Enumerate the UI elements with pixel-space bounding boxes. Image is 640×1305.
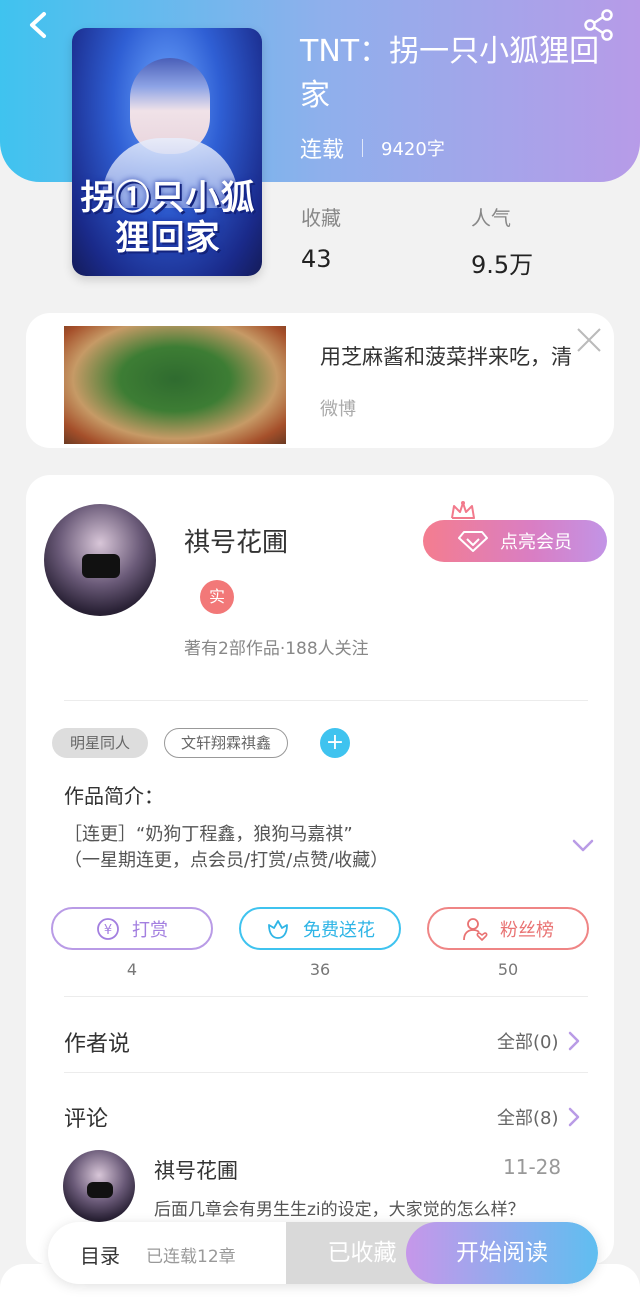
flower-count: 36 (309, 960, 331, 979)
divider (64, 996, 588, 997)
back-chevron-icon (30, 12, 46, 38)
ad-headline: 用芝麻酱和菠菜拌来吃，清 (320, 345, 572, 369)
tip-label: 打赏 (132, 919, 168, 941)
svg-text:¥: ¥ (104, 923, 112, 938)
intro-title: 作品简介： (64, 784, 164, 808)
author-name[interactable]: 祺号花圃 (184, 522, 288, 559)
tip-button[interactable]: ¥ 打赏 (51, 907, 213, 950)
stat-value: 43 (301, 245, 332, 273)
intro-text: ［连更］“奶狗丁程鑫，狼狗马嘉祺” （一星期连更，点会员/打赏/点赞/收藏） (64, 824, 389, 871)
send-flower-button[interactable]: 免费送花 (239, 907, 401, 950)
start-reading-button[interactable]: 开始阅读 (406, 1222, 598, 1284)
stat-label: 收藏 (301, 206, 341, 230)
book-cover[interactable]: 拐①只小狐狸回家 (72, 28, 262, 276)
ad-food-image (64, 326, 286, 444)
avatar-face-mask (87, 1182, 113, 1198)
comment-username[interactable]: 祺号花圃 (154, 1155, 238, 1185)
serial-status: 连载 (300, 138, 345, 163)
word-count: 9420字 (381, 139, 445, 160)
stat-value: 9.5万 (471, 251, 534, 279)
tag-category[interactable]: 明星同人 (52, 728, 148, 758)
fan-user-icon (463, 917, 488, 941)
chevron-right-icon (568, 1107, 579, 1127)
comments-all-label: 全部(8) (497, 1108, 559, 1129)
cover-title-text: 拐①只小狐狸回家 (80, 178, 256, 258)
chevron-down-icon (572, 839, 594, 852)
ad-source: 微博 (320, 399, 356, 420)
author-say-all-label: 全部(0) (497, 1032, 559, 1053)
comments-all-link[interactable]: 全部(8) (497, 1104, 581, 1130)
stat-label: 人气 (471, 206, 511, 230)
author-avatar[interactable] (44, 504, 156, 616)
close-icon (577, 328, 601, 352)
send-flower-label: 免费送花 (303, 919, 375, 941)
tag-keyword[interactable]: 文轩翔霖祺鑫 (164, 728, 288, 758)
avatar-face-mask (82, 554, 120, 578)
tip-count: 4 (126, 960, 138, 979)
toc-button[interactable]: 目录 (80, 1240, 120, 1269)
bottom-action-bar: 目录 已连载12章 已收藏 开始阅读 (48, 1222, 598, 1284)
verified-badge: 实 (200, 580, 234, 614)
divider (64, 700, 588, 701)
comment-date: 11-28 (503, 1155, 562, 1179)
fan-ranking-button[interactable]: 粉丝榜 (427, 907, 589, 950)
fan-count: 50 (497, 960, 519, 979)
comment-text[interactable]: 后面几章会有男生生zi的设定，大家觉的怎么样？ (154, 1195, 525, 1220)
vip-button-label: 点亮会员 (500, 532, 572, 553)
book-title: TNT：拐一只小狐狸回家 (300, 34, 600, 113)
stat-popularity: 人气 9.5万 (471, 202, 533, 280)
author-say-title: 作者说 (64, 1032, 131, 1057)
author-say-all-link[interactable]: 全部(0) (497, 1028, 581, 1054)
status-divider (362, 139, 364, 157)
vip-activate-button[interactable]: 点亮会员 (423, 520, 607, 562)
intro-expand-button[interactable] (570, 836, 596, 856)
ad-close-button[interactable] (574, 325, 604, 355)
chapter-progress: 已连载12章 (146, 1247, 236, 1267)
book-status-row: 连载 9420字 (300, 132, 445, 164)
author-meta: 著有2部作品·188人关注 (184, 639, 369, 659)
comment-avatar[interactable] (63, 1150, 135, 1222)
yen-coin-icon: ¥ (97, 917, 119, 940)
comments-title: 评论 (64, 1107, 109, 1132)
stat-favorites: 收藏 43 (301, 202, 341, 273)
flower-icon (268, 919, 288, 939)
divider (64, 1072, 588, 1073)
crown-icon (451, 501, 475, 519)
diamond-icon (458, 531, 488, 552)
ad-card[interactable]: 用芝麻酱和菠菜拌来吃，清 微博 (26, 313, 614, 448)
add-tag-button[interactable]: + (320, 728, 350, 758)
chevron-right-icon (568, 1031, 579, 1051)
back-button[interactable] (22, 8, 56, 42)
fan-ranking-label: 粉丝榜 (500, 919, 554, 941)
